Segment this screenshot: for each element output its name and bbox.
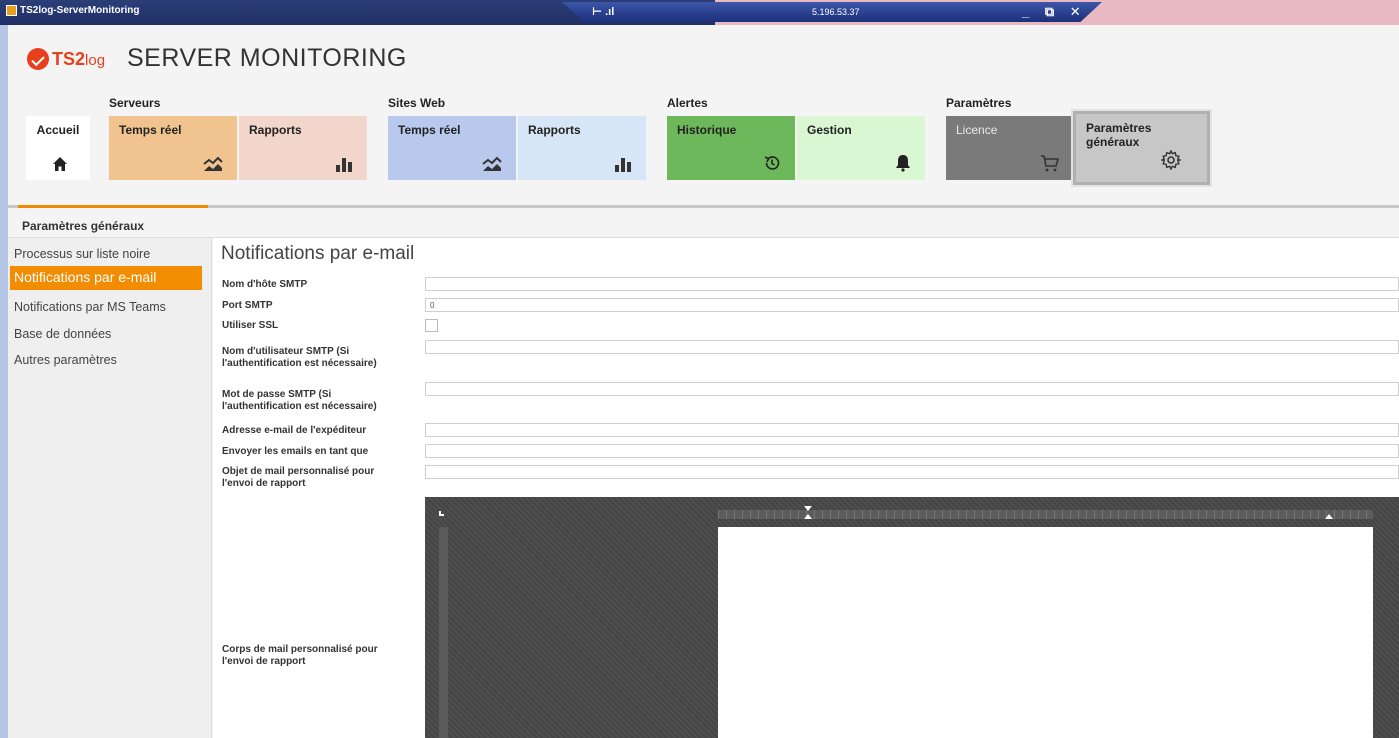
group-label-alertes: Alertes [667, 96, 708, 110]
editor-tab-selector[interactable] [439, 511, 444, 516]
tile-parametres-generaux-label: Paramètres généraux [1086, 121, 1152, 149]
tile-parametres-generaux[interactable]: Paramètres généraux [1071, 109, 1212, 187]
tile-accueil-label: Accueil [36, 123, 80, 137]
rdp-window-controls[interactable]: _ ⧉ ✕ [1022, 4, 1087, 20]
tile-sites-web-temps-reel[interactable]: Temps réel [388, 116, 516, 180]
app-window: TS2log-ServerMonitoring ⊢ .ıl 5.196.53.3… [0, 0, 1399, 738]
tile-sites-web-temps-reel-label: Temps réel [398, 123, 461, 137]
rdp-connection-bar: ⊢ .ıl 5.196.53.37 _ ⧉ ✕ [562, 2, 1102, 22]
logo-brand-text: TS2log [52, 48, 106, 69]
cart-icon [1040, 154, 1060, 172]
window-title: TS2log-ServerMonitoring [20, 5, 140, 16]
nav-item-notifications-email[interactable]: Notifications par e-mail [10, 266, 202, 290]
report-subject-input[interactable] [425, 465, 1399, 479]
bell-icon [895, 154, 911, 172]
gear-icon [1161, 150, 1181, 170]
group-label-parametres: Paramètres [946, 96, 1012, 110]
tile-alertes-historique[interactable]: Historique [667, 116, 795, 180]
app-title: SERVER MONITORING [127, 44, 407, 72]
right-indent-marker[interactable] [1325, 514, 1333, 519]
smtp-password-input[interactable] [425, 382, 1399, 396]
nav-item-notifications-ms-teams[interactable]: Notifications par MS Teams [10, 296, 202, 320]
home-icon [52, 156, 68, 172]
app-icon [6, 5, 17, 16]
area-chart-icon [203, 156, 223, 172]
use-ssl-label: Utiliser SSL [222, 320, 279, 331]
smtp-host-label: Nom d'hôte SMTP [222, 279, 308, 290]
tile-sites-web-rapports[interactable]: Rapports [518, 116, 646, 180]
nav-item-autres-parametres[interactable]: Autres paramètres [10, 349, 202, 373]
nav-item-processus-liste-noire[interactable]: Processus sur liste noire [10, 243, 202, 267]
smtp-port-label: Port SMTP [222, 300, 273, 311]
window-left-border [0, 25, 8, 738]
report-subject-label: Objet de mail personnalisé pour l'envoi … [222, 466, 375, 489]
bar-chart-icon [614, 156, 632, 172]
tile-serveurs-temps-reel[interactable]: Temps réel [109, 116, 237, 180]
form-title: Notifications par e-mail [221, 243, 415, 264]
editor-horizontal-ruler[interactable] [718, 510, 1373, 519]
tile-serveurs-rapports[interactable]: Rapports [239, 116, 367, 180]
editor-page[interactable] [718, 527, 1373, 738]
sender-email-label: Adresse e-mail de l'expéditeur [222, 425, 367, 436]
smtp-username-label: Nom d'utilisateur SMTP (Si l'authentific… [222, 346, 377, 369]
tile-serveurs-rapports-label: Rapports [249, 123, 302, 137]
tile-gestion-label: Gestion [807, 123, 852, 137]
smtp-username-input[interactable] [425, 340, 1399, 354]
tile-alertes-gestion[interactable]: Gestion [797, 116, 925, 180]
smtp-password-label: Mot de passe SMTP (Si l'authentification… [222, 389, 377, 412]
report-body-label: Corps de mail personnalisé pour l'envoi … [222, 644, 378, 667]
report-body-rich-editor[interactable] [425, 497, 1399, 738]
tile-sites-web-rapports-label: Rapports [528, 123, 581, 137]
nav-item-base-de-donnees[interactable]: Base de données [10, 323, 202, 347]
tile-serveurs-temps-reel-label: Temps réel [119, 123, 182, 137]
editor-vertical-ruler [439, 527, 448, 738]
tile-licence-label: Licence [956, 123, 998, 137]
tab-indicator-active [18, 205, 208, 208]
tab-indicator-bar [8, 205, 1399, 208]
history-icon [763, 154, 781, 172]
rdp-pin-signal-icon[interactable]: ⊢ .ıl [592, 5, 614, 18]
bar-chart-icon [335, 156, 353, 172]
send-as-label: Envoyer les emails en tant que [222, 446, 369, 457]
section-title: Paramètres généraux [22, 219, 145, 233]
tile-licence[interactable]: Licence [946, 116, 1074, 180]
sender-email-input[interactable] [425, 423, 1399, 437]
use-ssl-checkbox[interactable] [425, 319, 438, 332]
rdp-ip-address: 5.196.53.37 [812, 7, 860, 17]
group-label-sites-web: Sites Web [388, 96, 446, 110]
logo-check-icon [27, 48, 49, 70]
area-chart-icon [482, 156, 502, 172]
first-line-indent-marker[interactable] [804, 506, 812, 511]
ts2log-logo: TS2log [27, 48, 105, 70]
tile-accueil[interactable]: Accueil [26, 116, 90, 180]
left-indent-marker[interactable] [804, 514, 812, 519]
group-label-serveurs: Serveurs [109, 96, 161, 110]
smtp-port-input[interactable] [425, 298, 1399, 312]
smtp-host-input[interactable] [425, 277, 1399, 291]
tile-historique-label: Historique [677, 123, 737, 137]
send-as-input[interactable] [425, 444, 1399, 458]
